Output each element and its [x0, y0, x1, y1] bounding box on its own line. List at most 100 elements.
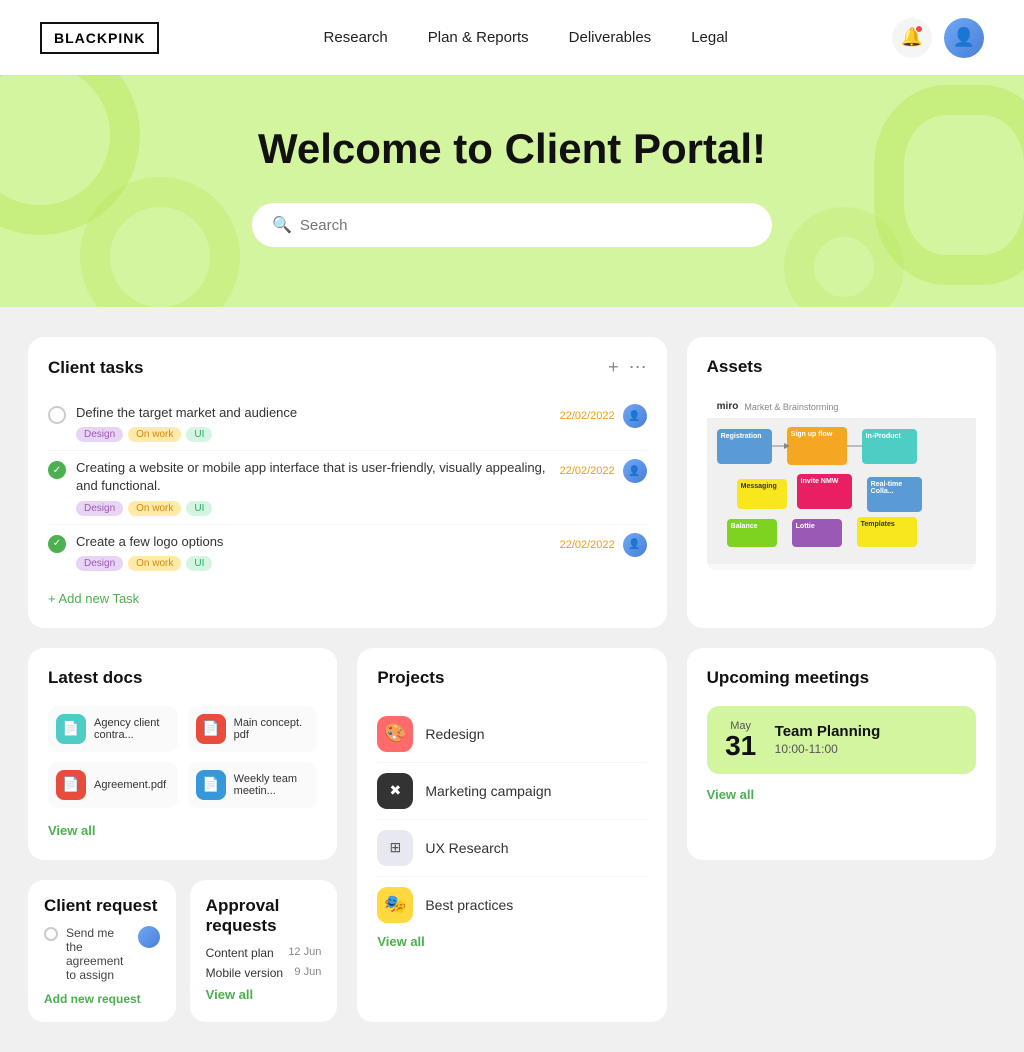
task-left-1: Define the target market and audience De…: [48, 404, 560, 442]
latest-docs-view-all[interactable]: View all: [48, 823, 95, 838]
project-icon-best: 🎭: [377, 887, 413, 923]
miro-header: miro Market & Brainstorming: [707, 395, 976, 419]
task-date-3: 22/02/2022: [560, 539, 615, 551]
nav-research[interactable]: Research: [324, 29, 388, 46]
notification-button[interactable]: 🔔: [892, 18, 932, 58]
latest-docs-header: Latest docs: [48, 668, 317, 688]
client-tasks-card: Client tasks + ⋯ Define the target marke…: [28, 337, 667, 628]
list-item: Content plan 12 Jun: [206, 946, 322, 960]
sticky-note: Registration: [717, 429, 772, 464]
sticky-note: In-Product: [862, 429, 917, 464]
request-checkbox[interactable]: [44, 927, 58, 941]
approval-view-all[interactable]: View all: [206, 987, 253, 1002]
approval-name-0: Content plan: [206, 946, 274, 960]
tag-ui-3: UI: [186, 556, 212, 571]
project-name-2: UX Research: [425, 840, 508, 856]
list-item[interactable]: 📄 Weekly team meetin...: [188, 762, 318, 808]
sticky-note: Real-time Colla...: [867, 477, 922, 512]
meetings-card: Upcoming meetings May 31 Team Planning 1…: [687, 648, 996, 860]
sticky-note: Balance: [727, 519, 777, 547]
meeting-item: May 31 Team Planning 10:00-11:00: [707, 706, 976, 774]
client-tasks-header: Client tasks + ⋯: [48, 357, 647, 378]
tag-ui: UI: [186, 427, 212, 442]
request-item: Send me the agreement to assign: [44, 926, 160, 982]
latest-docs-title: Latest docs: [48, 668, 142, 688]
sticky-note: Sign up flow: [787, 427, 847, 465]
task-date-2: 22/02/2022: [560, 465, 615, 477]
list-item[interactable]: ⊞ UX Research: [377, 820, 646, 877]
task-tags-1: Design On work UI: [76, 427, 297, 442]
tag-onwork: On work: [128, 427, 181, 442]
meeting-info: Team Planning 10:00-11:00: [775, 723, 962, 756]
project-name-3: Best practices: [425, 897, 513, 913]
task-avatar-2: 👤: [623, 459, 647, 483]
task-content-2: Creating a website or mobile app interfa…: [76, 459, 560, 515]
assets-card: Assets miro Market & Brainstorming Regis…: [687, 337, 996, 628]
miro-canvas[interactable]: Registration Sign up flow In-Product Mes…: [707, 419, 976, 564]
task-avatar-1: 👤: [623, 404, 647, 428]
projects-view-all[interactable]: View all: [377, 934, 424, 949]
approval-date-0: 12 Jun: [288, 946, 321, 960]
main-content: Client tasks + ⋯ Define the target marke…: [0, 307, 1024, 1052]
approval-list: Content plan 12 Jun Mobile version 9 Jun: [206, 946, 322, 980]
tag-ui-2: UI: [186, 501, 212, 516]
table-row: ✓ Create a few logo options Design On wo…: [48, 525, 647, 579]
project-icon-redesign: 🎨: [377, 716, 413, 752]
assets-title: Assets: [707, 357, 763, 377]
add-task-icon[interactable]: +: [608, 357, 619, 378]
list-item[interactable]: 🎨 Redesign: [377, 706, 646, 763]
client-tasks-actions: + ⋯: [608, 357, 647, 378]
task-content-1: Define the target market and audience De…: [76, 404, 297, 442]
search-icon: 🔍: [272, 215, 292, 235]
avatar[interactable]: 👤: [944, 18, 984, 58]
task-tags-2: Design On work UI: [76, 501, 560, 516]
task-text-3: Create a few logo options: [76, 533, 223, 551]
search-input[interactable]: [300, 217, 752, 234]
task-text-2: Creating a website or mobile app interfa…: [76, 459, 560, 495]
client-tasks-title: Client tasks: [48, 358, 143, 378]
nav-plan-reports[interactable]: Plan & Reports: [428, 29, 529, 46]
task-checkbox-2[interactable]: ✓: [48, 461, 66, 479]
task-right-3: 22/02/2022 👤: [560, 533, 647, 557]
doc-name-1: Main concept. pdf: [234, 717, 310, 741]
list-item[interactable]: 📄 Agreement.pdf: [48, 762, 178, 808]
latest-docs-card: Latest docs 📄 Agency client contra... 📄 …: [28, 648, 337, 860]
add-request-button[interactable]: Add new request: [44, 992, 160, 1006]
tag-design: Design: [76, 427, 123, 442]
list-item[interactable]: 📄 Agency client contra...: [48, 706, 178, 752]
logo: BLACKPINK: [40, 22, 159, 54]
hero-title: Welcome to Client Portal!: [40, 125, 984, 173]
task-checkbox-3[interactable]: ✓: [48, 535, 66, 553]
projects-card: Projects 🎨 Redesign ✖ Marketing campaign…: [357, 648, 666, 1022]
doc-name-0: Agency client contra...: [94, 717, 170, 741]
projects-header: Projects: [377, 668, 646, 688]
nav-legal[interactable]: Legal: [691, 29, 728, 46]
list-item[interactable]: ✖ Marketing campaign: [377, 763, 646, 820]
sticky-note: Invite NMW: [797, 474, 852, 509]
task-checkbox-1[interactable]: [48, 406, 66, 424]
list-item[interactable]: 🎭 Best practices: [377, 877, 646, 933]
miro-logo: miro: [717, 401, 739, 412]
list-item[interactable]: 📄 Main concept. pdf: [188, 706, 318, 752]
meeting-name: Team Planning: [775, 723, 962, 740]
task-tags-3: Design On work UI: [76, 556, 223, 571]
client-request-title: Client request: [44, 896, 157, 915]
approval-card: Approval requests Content plan 12 Jun Mo…: [190, 880, 338, 1022]
task-avatar-3: 👤: [623, 533, 647, 557]
doc-icon-0: 📄: [56, 714, 86, 744]
doc-icon-3: 📄: [196, 770, 226, 800]
task-left-3: ✓ Create a few logo options Design On wo…: [48, 533, 560, 571]
meetings-title: Upcoming meetings: [707, 668, 869, 688]
approval-date-1: 9 Jun: [294, 966, 321, 980]
tag-onwork-3: On work: [128, 556, 181, 571]
docs-grid: 📄 Agency client contra... 📄 Main concept…: [48, 706, 317, 808]
miro-breadcrumb: Market & Brainstorming: [744, 402, 838, 412]
more-options-icon[interactable]: ⋯: [629, 357, 647, 378]
meetings-view-all[interactable]: View all: [707, 787, 754, 802]
meetings-header: Upcoming meetings: [707, 668, 976, 688]
approval-title: Approval requests: [206, 896, 280, 935]
add-new-task-button[interactable]: + Add new Task: [48, 591, 139, 606]
projects-title: Projects: [377, 668, 444, 688]
navbar: BLACKPINK Research Plan & Reports Delive…: [0, 0, 1024, 75]
nav-deliverables[interactable]: Deliverables: [569, 29, 652, 46]
